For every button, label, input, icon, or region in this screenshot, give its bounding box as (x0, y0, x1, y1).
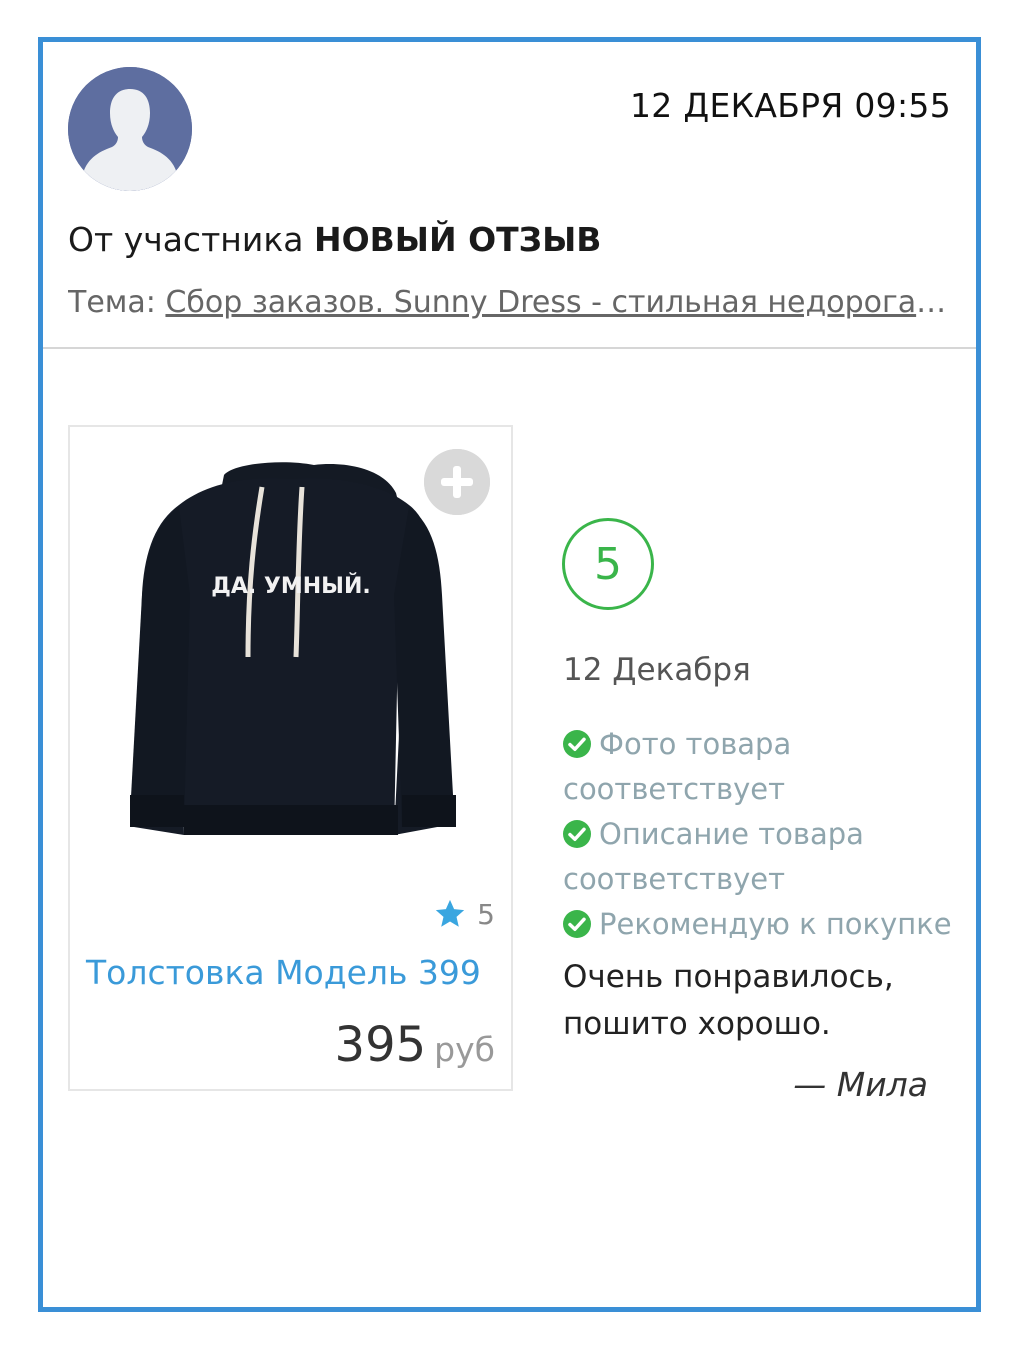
product-rating: 5 (433, 897, 495, 931)
check-circle-icon (563, 730, 591, 758)
check-circle-icon (563, 910, 591, 938)
check-item: Фото товара соответствует (563, 722, 963, 812)
product-price: 395 руб (335, 1017, 495, 1073)
author-name[interactable]: НОВЫЙ ОТЗЫВ (314, 220, 601, 259)
check-item: Описание товара соответствует (563, 812, 963, 902)
topic-label: Тема: (68, 285, 156, 320)
from-prefix: От участника (68, 220, 304, 259)
check-circle-icon (563, 820, 591, 848)
check-label: Описание товара соответствует (563, 817, 864, 896)
review-date: 12 Декабря (563, 652, 751, 688)
topic-line: Тема: Сбор заказов. Sunny Dress - стильн… (68, 285, 953, 320)
product-card[interactable]: ДА. УМНЫЙ. 5 Толстовка Модель 399 395 руб (68, 425, 513, 1091)
star-icon (436, 899, 465, 927)
review-checks: Фото товара соответствует Описание товар… (563, 722, 963, 947)
add-to-cart-button[interactable] (424, 449, 490, 515)
review-author: — Мила (793, 1065, 928, 1104)
divider (43, 347, 976, 349)
notification-card: 12 ДЕКАБРЯ 09:55 От участника НОВЫЙ ОТЗЫ… (38, 37, 981, 1312)
review-text: Очень понравилось, пошито хорошо. (563, 959, 894, 1042)
topic-link[interactable]: Сбор заказов. Sunny Dress - стильная нед… (165, 285, 953, 320)
plus-icon (424, 449, 490, 515)
hoodie-print-text: ДА. УМНЫЙ. (211, 573, 370, 599)
product-name-link[interactable]: Толстовка Модель 399 (86, 953, 481, 992)
price-currency: руб (434, 1030, 495, 1069)
check-item: Рекомендую к покупке (563, 902, 963, 947)
check-label: Фото товара соответствует (563, 727, 792, 806)
user-silhouette-icon (68, 67, 192, 191)
post-datetime: 12 ДЕКАБРЯ 09:55 (630, 86, 951, 125)
check-label: Рекомендую к покупке (599, 907, 952, 941)
avatar[interactable] (68, 67, 192, 191)
price-value: 395 (334, 1017, 427, 1073)
rating-value: 5 (477, 897, 495, 931)
review-score: 5 (562, 518, 654, 610)
post-author-line: От участника НОВЫЙ ОТЗЫВ (68, 220, 601, 259)
